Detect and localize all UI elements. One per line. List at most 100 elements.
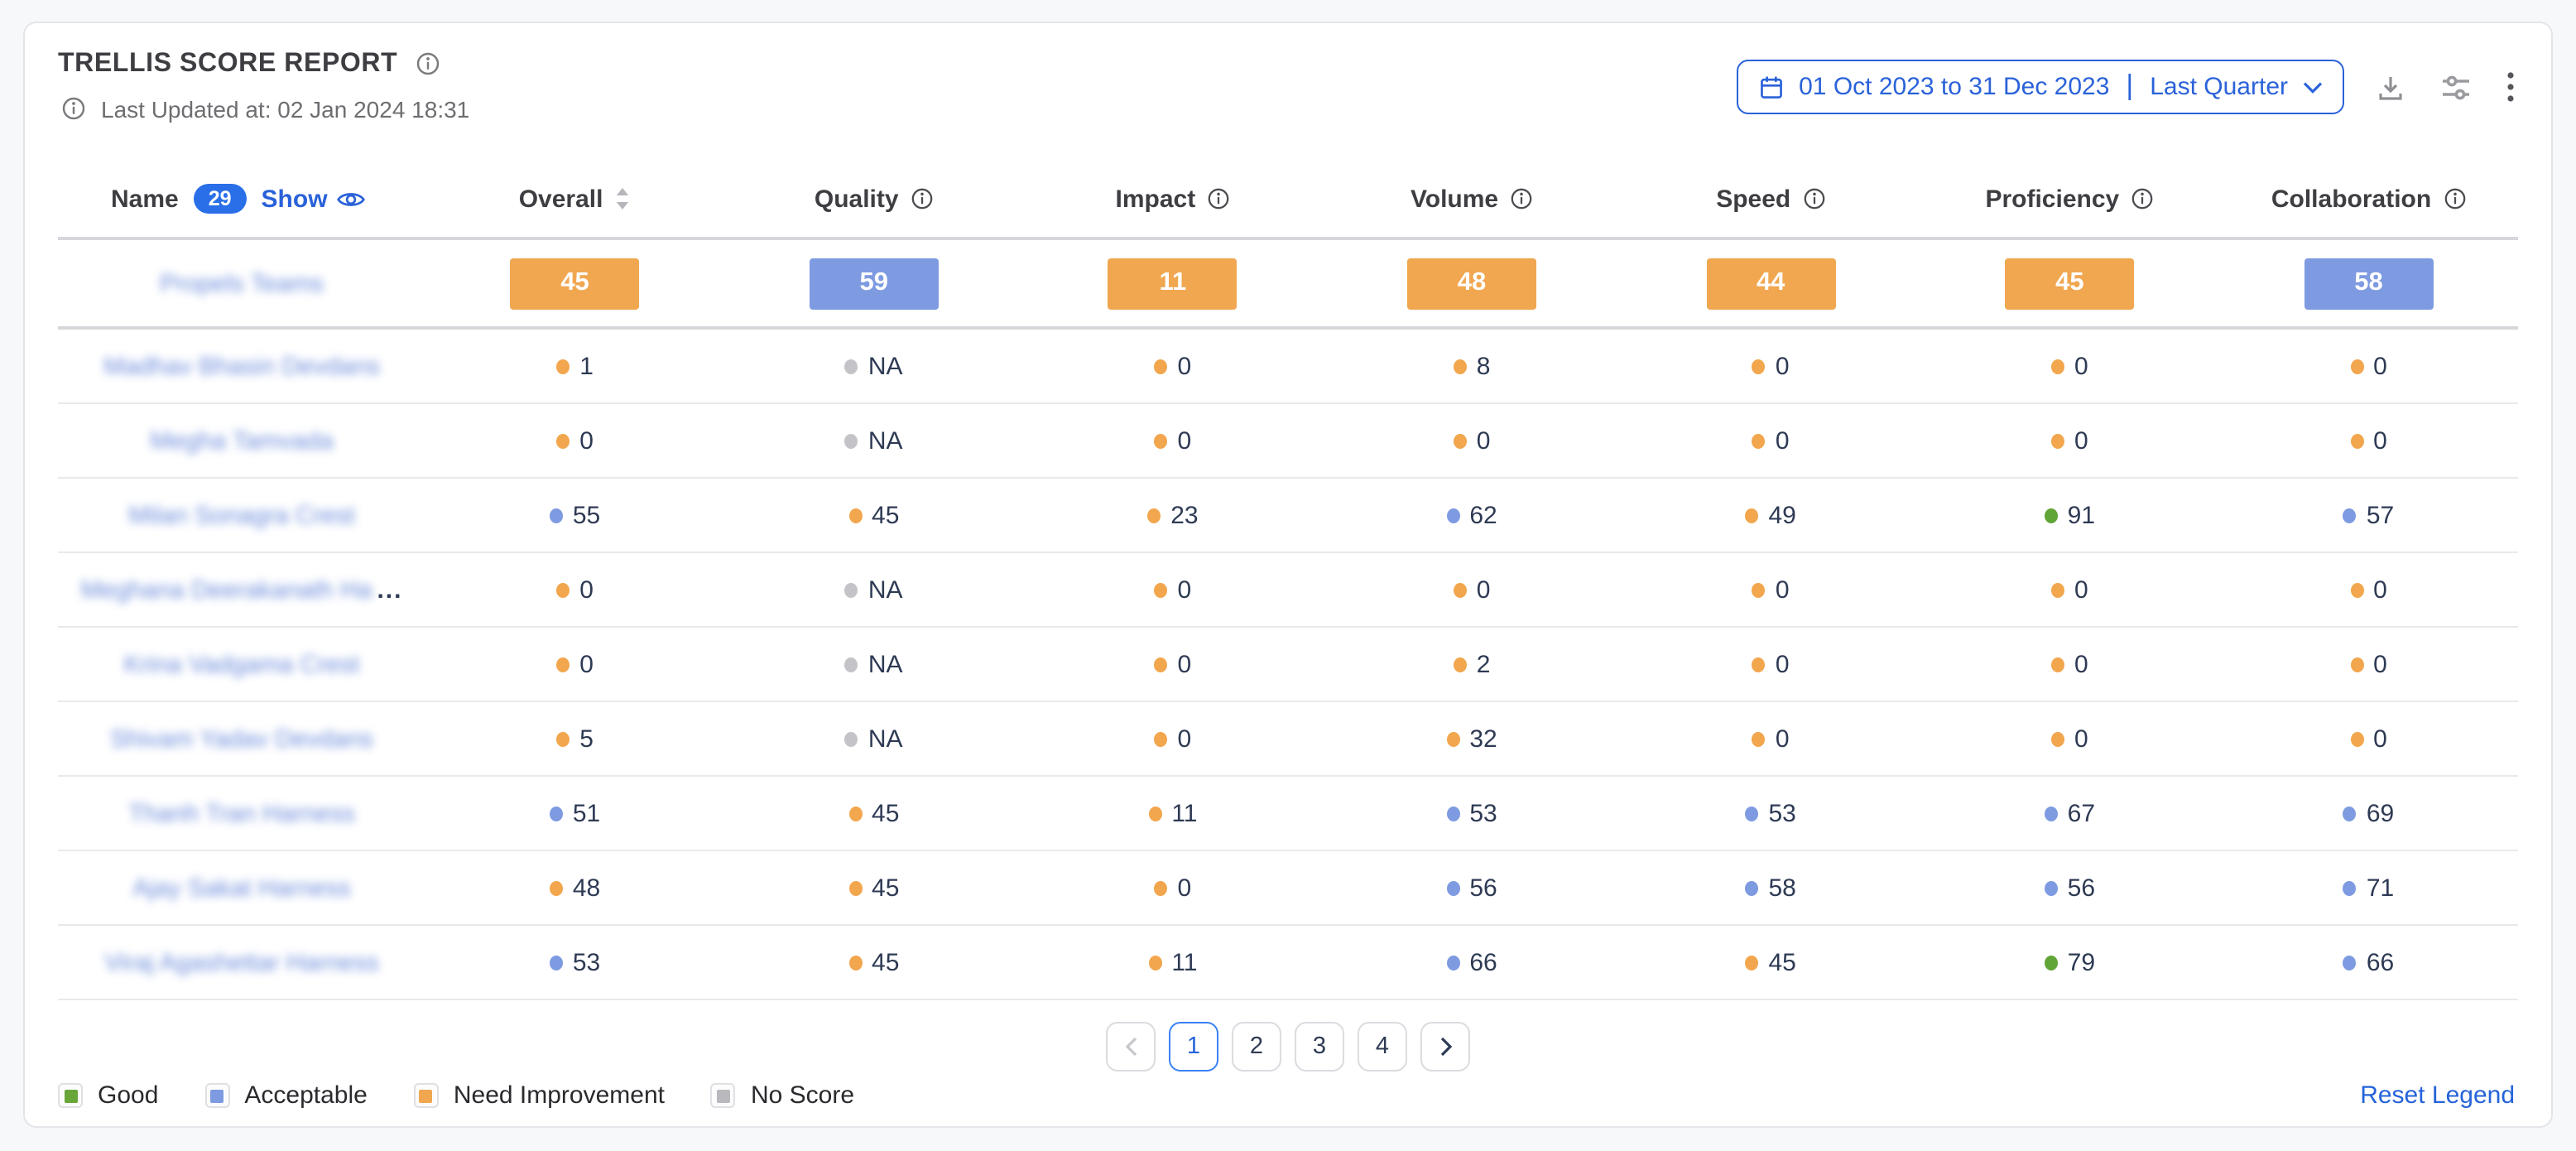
date-range-picker[interactable]: 01 Oct 2023 to 31 Dec 2023 | Last Quarte… (1736, 60, 2344, 114)
status-dot (1746, 508, 1759, 523)
score-cell: 0 (1023, 576, 1322, 604)
chevron-down-icon (2303, 80, 2323, 94)
score-cell: 45 (1622, 948, 1920, 976)
name-cell: Megha Tamvada (58, 426, 425, 455)
next-page-button[interactable] (1420, 1022, 1470, 1072)
score-value: 57 (2367, 501, 2394, 529)
name-link[interactable]: Viraj Agashettar Harness (104, 948, 378, 976)
info-icon[interactable] (1510, 187, 1533, 210)
score-cell: 48 (1322, 258, 1621, 309)
name-link[interactable]: Megha Tamvada (150, 426, 333, 455)
score-cell: 0 (1622, 426, 1920, 455)
name-link[interactable]: Ajay Sakat Harness (132, 874, 350, 902)
score-cell: 55 (425, 501, 724, 529)
score-value: 0 (2373, 576, 2387, 604)
legend-item-good[interactable]: Good (58, 1081, 158, 1110)
score-value: 0 (1776, 725, 1790, 753)
table-row: Meghana Deerakanath Ha...0NA00000 (58, 553, 2518, 628)
status-dot (2051, 657, 2064, 672)
page: TRELLIS SCORE REPORT Last Updated at: 02… (0, 0, 2576, 1151)
header-actions: 01 Oct 2023 to 31 Dec 2023 | Last Quarte… (1736, 60, 2518, 114)
name-link[interactable]: Meghana Deerakanath Ha (81, 576, 372, 604)
table-row: Milan Sonagra Crest55452362499157 (58, 479, 2518, 553)
score-cell: 56 (1322, 874, 1621, 902)
status-dot (1746, 806, 1759, 821)
status-dot (2051, 731, 2064, 746)
name-link[interactable]: Propels Teams (160, 269, 324, 297)
name-link[interactable]: Madhav Bhasin Devdans (103, 352, 380, 380)
info-icon[interactable] (1207, 187, 1230, 210)
score-cell: 1 (425, 352, 724, 380)
score-cell: 62 (1322, 501, 1621, 529)
score-cell: 58 (1622, 874, 1920, 902)
status-dot (1148, 806, 1161, 821)
legend-item-need-improvement[interactable]: Need Improvement (414, 1081, 665, 1110)
score-value: 2 (1477, 650, 1491, 678)
table-row: Krina Vadgama Crest0NA02000 (58, 628, 2518, 702)
page-button-2[interactable]: 2 (1232, 1022, 1281, 1072)
status-dot (848, 955, 862, 970)
legend-item-acceptable[interactable]: Acceptable (204, 1081, 367, 1110)
status-dot (1155, 657, 1168, 672)
status-dot (2343, 508, 2357, 523)
score-cell: 66 (2219, 948, 2518, 976)
name-link[interactable]: Thanh Tran Harness (128, 799, 355, 827)
truncation-ellipsis: ... (377, 576, 402, 604)
name-link[interactable]: Milan Sonagra Crest (128, 501, 354, 529)
legend-swatch (204, 1083, 229, 1108)
legend-items: Good Acceptable Need Improvement No Score (58, 1081, 854, 1110)
kebab-menu-button[interactable] (2503, 68, 2518, 106)
filter-settings-button[interactable] (2437, 69, 2475, 105)
name-link[interactable]: Shivam Yadav Devdans (110, 725, 372, 753)
score-cell: 45 (724, 948, 1023, 976)
score-value: 0 (2074, 352, 2088, 380)
status-dot (1155, 582, 1168, 597)
score-cell: 0 (2219, 576, 2518, 604)
chevron-left-icon (1123, 1037, 1138, 1057)
last-updated-text: Last Updated at: 02 Jan 2024 18:31 (101, 95, 469, 122)
status-dot (1446, 806, 1459, 821)
name-cell: Krina Vadgama Crest (58, 650, 425, 678)
score-value: NA (868, 650, 903, 678)
page-button-3[interactable]: 3 (1295, 1022, 1344, 1072)
score-value: 11 (1171, 799, 1197, 827)
status-dot (2350, 582, 2363, 597)
status-dot (550, 508, 563, 523)
score-cell: 0 (2219, 650, 2518, 678)
score-cell: 0 (1023, 426, 1322, 455)
prev-page-button[interactable] (1106, 1022, 1156, 1072)
last-updated-info-icon[interactable] (58, 93, 89, 124)
score-cell: 11 (1023, 258, 1322, 309)
score-value: 45 (872, 501, 899, 529)
table-row: Madhav Bhasin Devdans1NA08000 (58, 330, 2518, 404)
info-icon[interactable] (1802, 187, 1825, 210)
show-names-button[interactable]: Show (262, 185, 366, 213)
sort-icon[interactable] (614, 185, 631, 212)
legend-item-no-score[interactable]: No Score (711, 1081, 854, 1110)
score-cell: 49 (1622, 501, 1920, 529)
score-cell: NA (724, 426, 1023, 455)
score-cell: 45 (724, 874, 1023, 902)
score-value: NA (868, 352, 903, 380)
reset-legend-link[interactable]: Reset Legend (2360, 1081, 2515, 1110)
score-badge: 59 (810, 258, 939, 309)
score-cell: 53 (1622, 799, 1920, 827)
status-dot (550, 806, 563, 821)
info-icon[interactable] (2131, 187, 2154, 210)
status-dot (848, 880, 862, 895)
date-range-text: 01 Oct 2023 to 31 Dec 2023 (1799, 73, 2109, 101)
name-link[interactable]: Krina Vadgama Crest (124, 650, 360, 678)
status-dot (1148, 955, 1161, 970)
page-button-4[interactable]: 4 (1358, 1022, 1407, 1072)
score-value: 0 (1178, 725, 1192, 753)
download-button[interactable] (2372, 69, 2409, 105)
title-info-icon[interactable] (412, 48, 444, 79)
score-value: 0 (579, 650, 594, 678)
score-value: 55 (573, 501, 600, 529)
score-cell: 0 (425, 576, 724, 604)
info-icon[interactable] (911, 187, 934, 210)
page-button-1[interactable]: 1 (1169, 1022, 1218, 1072)
info-icon[interactable] (2443, 187, 2466, 210)
name-cell: Ajay Sakat Harness (58, 874, 425, 902)
status-dot (1155, 880, 1168, 895)
